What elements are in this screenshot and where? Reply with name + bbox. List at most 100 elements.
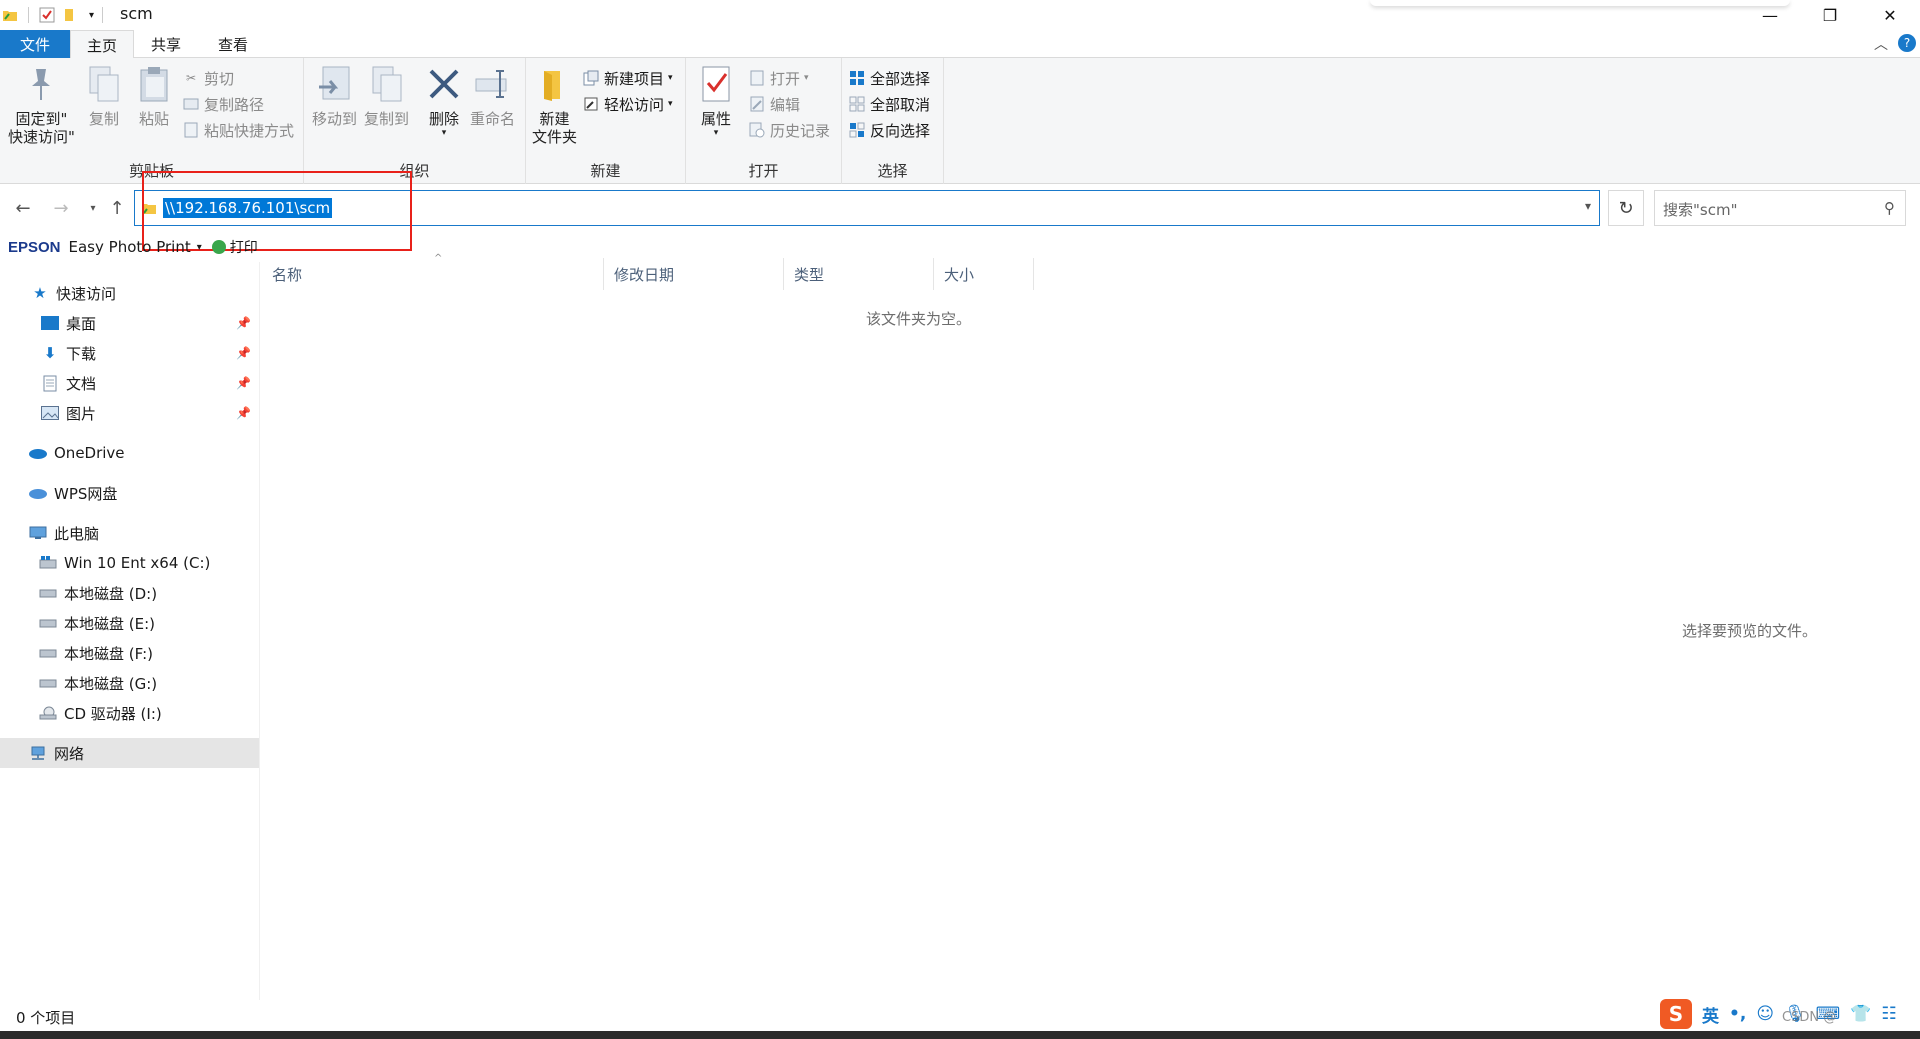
recent-locations-chevron-icon[interactable]: ▾ [80, 195, 106, 221]
search-icon[interactable]: ⚲ [1884, 199, 1895, 217]
clipboard-group: 固定到" 快速访问" 复制 粘贴 ✂ 剪切 复制路径 粘贴快捷方式 剪贴板 [0, 58, 304, 184]
nav-quick-access[interactable]: ★ 快速访问 [0, 278, 259, 308]
new-folder-label-1: 新建 [539, 110, 570, 128]
select-none-label: 全部取消 [870, 95, 931, 114]
copy-to-icon [367, 64, 407, 104]
select-all-icon [848, 69, 866, 87]
tab-view[interactable]: 查看 [198, 30, 268, 58]
pin-icon: 📌 [236, 376, 251, 390]
delete-dropdown-icon[interactable]: ▾ [442, 128, 447, 138]
up-arrow-icon[interactable]: ↑ [104, 195, 130, 221]
sogou-logo-icon[interactable]: S [1660, 999, 1692, 1029]
pin-quick-access-button[interactable]: 固定到" 快速访问" [8, 64, 75, 146]
paste-shortcut-button[interactable]: 粘贴快捷方式 [182, 118, 294, 142]
address-bar[interactable]: \\192.168.76.101\scm ▾ [134, 190, 1600, 226]
skin-icon[interactable]: 👕 [1850, 1004, 1871, 1024]
ime-language-toggle[interactable]: 英 [1702, 1002, 1719, 1027]
copy-to-button[interactable]: 复制到 [364, 64, 409, 128]
new-item-icon [582, 69, 600, 87]
copy-button[interactable]: 复制 [84, 64, 124, 128]
emoji-icon[interactable]: ☺ [1756, 1004, 1774, 1024]
properties-quick-icon[interactable] [39, 7, 55, 23]
nav-documents-label: 文档 [66, 374, 97, 393]
copy-icon [84, 64, 124, 104]
easy-photo-print-button[interactable]: Easy Photo Print [69, 238, 191, 256]
paste-icon [134, 64, 174, 104]
address-path[interactable]: \\192.168.76.101\scm [163, 198, 333, 218]
ime-punctuation-toggle[interactable]: •, [1729, 1004, 1746, 1024]
copy-path-button[interactable]: 复制路径 [182, 92, 264, 116]
title-bar: ▾ scm — ❐ ✕ [0, 0, 1920, 30]
rename-button[interactable]: 重命名 [470, 64, 515, 128]
status-bar: 0 个项目 [0, 1000, 1920, 1030]
nav-pictures[interactable]: 图片 📌 [0, 398, 259, 428]
print-button[interactable]: 打印 [230, 237, 258, 257]
nav-drive-c[interactable]: Win 10 Ent x64 (C:) [0, 548, 259, 578]
nav-wps[interactable]: WPS网盘 [0, 478, 259, 508]
address-dropdown-chevron-icon[interactable]: ▾ [1585, 199, 1591, 213]
properties-button[interactable]: 属性 ▾ [696, 64, 736, 138]
column-name[interactable]: 名称 [262, 258, 604, 290]
tab-home[interactable]: 主页 [70, 30, 134, 59]
copy-path-label: 复制路径 [204, 95, 265, 114]
help-icon[interactable]: ? [1898, 34, 1916, 52]
open-dropdown-icon: ▾ [804, 73, 809, 83]
tab-share[interactable]: 共享 [134, 30, 198, 58]
column-type[interactable]: 类型 [784, 258, 934, 290]
toolbox-icon[interactable]: ☷ [1881, 1004, 1896, 1024]
disk-drive-icon [38, 614, 58, 632]
window-title: scm [120, 4, 153, 23]
back-arrow-icon[interactable]: ← [10, 195, 36, 221]
nav-documents[interactable]: 文档 📌 [0, 368, 259, 398]
history-icon [748, 121, 766, 139]
edit-button[interactable]: 编辑 [748, 92, 800, 116]
delete-x-icon [424, 64, 464, 104]
minimize-button[interactable]: — [1740, 0, 1800, 30]
nav-drive-e[interactable]: 本地磁盘 (E:) [0, 608, 259, 638]
search-input[interactable]: 搜索"scm" ⚲ [1654, 190, 1906, 226]
invert-selection-button[interactable]: 反向选择 [848, 118, 930, 142]
column-size[interactable]: 大小 [934, 258, 1034, 290]
nav-drive-i[interactable]: CD 驱动器 (I:) [0, 698, 259, 728]
new-item-button[interactable]: 新建项目 ▾ [582, 66, 673, 90]
properties-label: 属性 [700, 110, 731, 128]
easy-access-button[interactable]: 轻松访问 ▾ [582, 92, 673, 116]
column-modified[interactable]: 修改日期 [604, 258, 784, 290]
tab-file[interactable]: 文件 [0, 30, 70, 58]
open-button[interactable]: 打开 ▾ [748, 66, 809, 90]
restore-button[interactable]: ❐ [1800, 0, 1860, 30]
properties-dropdown-icon[interactable]: ▾ [714, 128, 719, 138]
nav-this-pc-label: 此电脑 [54, 524, 100, 543]
nav-this-pc[interactable]: 此电脑 [0, 518, 259, 548]
forward-arrow-icon[interactable]: → [48, 195, 74, 221]
nav-downloads[interactable]: ⬇ 下载 📌 [0, 338, 259, 368]
nav-drive-f[interactable]: 本地磁盘 (F:) [0, 638, 259, 668]
customize-toolbar-chevron-icon[interactable]: ▾ [89, 10, 94, 21]
paste-button[interactable]: 粘贴 [134, 64, 174, 128]
nav-drive-d[interactable]: 本地磁盘 (D:) [0, 578, 259, 608]
new-folder-quick-icon[interactable] [63, 7, 79, 23]
new-folder-button[interactable]: 新建 文件夹 [532, 64, 577, 146]
select-none-button[interactable]: 全部取消 [848, 92, 930, 116]
select-all-button[interactable]: 全部选择 [848, 66, 930, 90]
nav-onedrive[interactable]: OneDrive [0, 438, 259, 468]
easy-photo-print-dropdown-icon[interactable]: ▾ [197, 242, 202, 253]
delete-button[interactable]: 删除 ▾ [424, 64, 464, 138]
nav-drive-g[interactable]: 本地磁盘 (G:) [0, 668, 259, 698]
move-to-button[interactable]: 移动到 [312, 64, 357, 128]
properties-icon [696, 64, 736, 104]
paste-shortcut-icon [182, 121, 200, 139]
collapse-ribbon-icon[interactable]: ︿ [1874, 34, 1888, 54]
organize-group-label: 组织 [399, 162, 430, 180]
nav-network[interactable]: 网络 [0, 738, 259, 768]
refresh-button[interactable]: ↻ [1608, 190, 1644, 226]
close-button[interactable]: ✕ [1860, 0, 1920, 30]
copy-path-icon [182, 95, 200, 113]
paste-shortcut-label: 粘贴快捷方式 [204, 121, 295, 140]
nav-desktop[interactable]: 桌面 📌 [0, 308, 259, 338]
history-button[interactable]: 历史记录 [748, 118, 830, 142]
cut-button[interactable]: ✂ 剪切 [182, 66, 234, 90]
navigation-pane: ★ 快速访问 桌面 📌 ⬇ 下载 📌 文档 📌 图片 📌 OneDrive WP… [0, 262, 260, 1014]
desktop-icon [40, 314, 60, 332]
item-count: 0 个项目 [16, 1009, 76, 1027]
